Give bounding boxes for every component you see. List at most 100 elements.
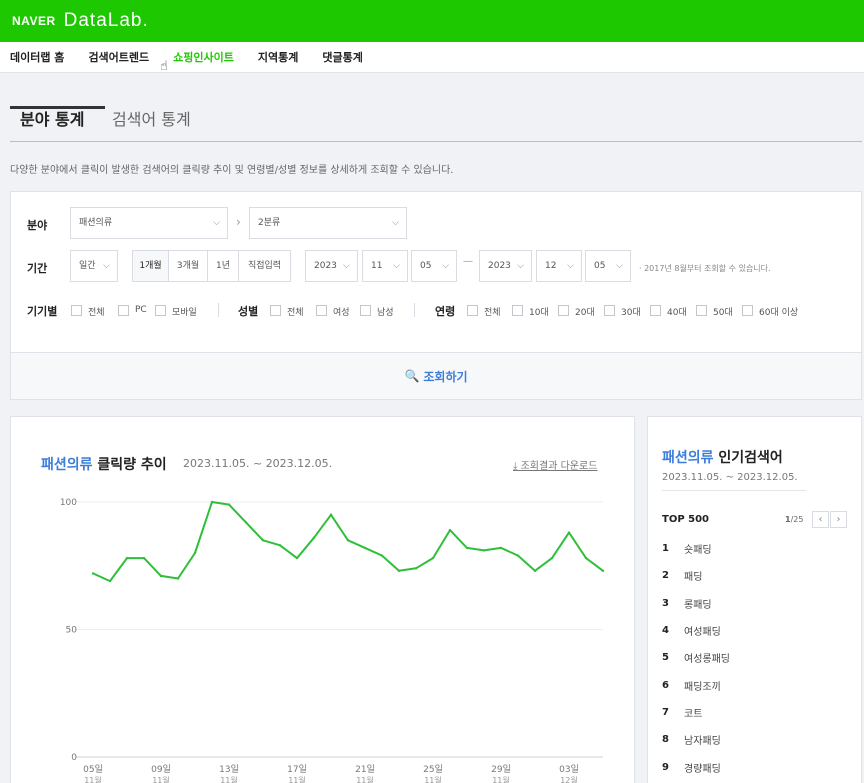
- gender-female-label: 여성: [333, 308, 350, 318]
- device-mobile-checkbox[interactable]: [155, 305, 166, 316]
- ranking-date-range: 2023.11.05. ~ 2023.12.05.: [662, 472, 798, 483]
- ranking-list: 1 숏패딩 2 패딩 3 롱패딩 4 여성패딩 5 여성롱패딩 6 패딩조끼 7 코트 8 남자…: [662, 535, 730, 781]
- rank-keyword[interactable]: 남자패딩: [684, 732, 721, 747]
- filter-panel: 분야 패션의류 ⌵ › 2분류 ⌵ 기간 일간 ⌵ 1개월 3개월 1년 직접입…: [10, 191, 862, 400]
- rank-number: 9: [662, 761, 669, 773]
- x-tick-month-label: 11월: [492, 775, 510, 783]
- search-icon: 🔍: [404, 369, 420, 383]
- list-item[interactable]: 6 패딩조끼: [662, 671, 730, 698]
- search-button-label: 조회하기: [423, 369, 468, 384]
- rank-keyword[interactable]: 숏패딩: [684, 541, 712, 556]
- range-1year-button[interactable]: 1년: [207, 250, 239, 282]
- tab-keyword-stats[interactable]: 검색어 통계: [112, 106, 191, 130]
- y-tick-label: 50: [66, 626, 78, 636]
- rank-keyword[interactable]: 코트: [684, 705, 702, 720]
- chevron-down-icon: ⌵: [392, 218, 399, 228]
- search-button[interactable]: 🔍 조회하기: [11, 352, 861, 399]
- data-point: [227, 503, 231, 506]
- rank-keyword[interactable]: 패딩조끼: [684, 678, 721, 693]
- rank-keyword[interactable]: 경량패딩: [684, 760, 721, 775]
- category1-select[interactable]: 패션의류 ⌵: [70, 207, 228, 239]
- rank-keyword[interactable]: 여성롱패딩: [684, 650, 730, 665]
- age-60plus-checkbox[interactable]: [742, 305, 753, 316]
- x-tick-month-label: 11월: [424, 775, 442, 783]
- list-item[interactable]: 5 여성롱패딩: [662, 644, 730, 671]
- period-unit-select[interactable]: 일간 ⌵: [70, 250, 118, 282]
- tab-category-stats[interactable]: 분야 통계: [20, 106, 84, 130]
- gender-male-label: 남성: [377, 308, 394, 318]
- end-month-select[interactable]: 12 ⌵: [536, 250, 582, 282]
- gender-female-checkbox[interactable]: [316, 305, 327, 316]
- data-point: [176, 577, 180, 580]
- chevron-down-icon: ⌵: [616, 261, 623, 271]
- top-label: TOP 500: [662, 514, 710, 525]
- nav-regional-stats[interactable]: 지역통계: [258, 49, 298, 65]
- x-tick-month-label: 11월: [152, 775, 170, 783]
- device-label: 기기별: [27, 305, 58, 318]
- x-tick-label: 29일: [491, 764, 511, 775]
- data-point: [142, 556, 146, 560]
- rank-keyword[interactable]: 패딩: [684, 568, 702, 583]
- list-item[interactable]: 8 남자패딩: [662, 726, 730, 753]
- data-point: [448, 528, 452, 532]
- range-custom-button[interactable]: 직접입력: [238, 250, 291, 282]
- naver-logo[interactable]: NAVER: [12, 14, 56, 28]
- device-all-checkbox[interactable]: [71, 305, 82, 316]
- age-30s-label: 30대: [621, 308, 641, 318]
- datalab-logo[interactable]: DataLab.: [64, 10, 149, 32]
- nav-search-trend[interactable]: 검색어트렌드: [88, 49, 149, 65]
- chevron-right-icon: ›: [236, 215, 241, 229]
- data-point: [567, 531, 571, 534]
- nav-comment-stats[interactable]: 댓글통계: [322, 49, 362, 65]
- data-point: [261, 539, 265, 542]
- stats-tabs: 분야 통계 검색어 통계: [10, 92, 862, 142]
- gender-all-checkbox[interactable]: [270, 305, 281, 316]
- category2-select[interactable]: 2분류 ⌵: [249, 207, 407, 239]
- x-tick-month-label: 12월: [560, 775, 578, 783]
- rank-keyword[interactable]: 여성패딩: [684, 623, 721, 638]
- prev-page-button[interactable]: ‹: [812, 511, 829, 528]
- data-point: [108, 579, 112, 583]
- age-label: 연령: [435, 305, 456, 318]
- rank-keyword[interactable]: 롱패딩: [684, 596, 712, 611]
- device-pc-checkbox[interactable]: [118, 305, 129, 316]
- list-item[interactable]: 2 패딩: [662, 562, 730, 589]
- divider: [662, 490, 806, 491]
- data-point: [414, 567, 418, 570]
- list-item[interactable]: 3 롱패딩: [662, 590, 730, 617]
- age-10s-label: 10대: [529, 308, 549, 318]
- age-all-label: 전체: [484, 308, 501, 318]
- y-tick-label: 100: [60, 498, 77, 508]
- range-1month-button[interactable]: 1개월: [132, 250, 169, 282]
- list-item[interactable]: 7 코트: [662, 699, 730, 726]
- age-30s-checkbox[interactable]: [604, 305, 615, 316]
- data-point: [533, 569, 537, 573]
- age-40s-checkbox[interactable]: [650, 305, 661, 316]
- nav-shopping-insight[interactable]: 쇼핑인사이트: [173, 49, 234, 65]
- nav-datalab-home[interactable]: 데이터랩 홈: [10, 49, 64, 65]
- start-month-select[interactable]: 11 ⌵: [362, 250, 408, 282]
- age-50s-checkbox[interactable]: [696, 305, 707, 316]
- age-all-checkbox[interactable]: [467, 305, 478, 316]
- gender-male-checkbox[interactable]: [360, 305, 371, 316]
- list-item[interactable]: 1 숏패딩: [662, 535, 730, 562]
- x-tick-month-label: 11월: [220, 775, 238, 783]
- age-10s-checkbox[interactable]: [512, 305, 523, 316]
- range-3month-button[interactable]: 3개월: [168, 250, 208, 282]
- end-day-select[interactable]: 05 ⌵: [585, 250, 631, 282]
- data-point: [278, 544, 282, 547]
- start-day-select[interactable]: 05 ⌵: [411, 250, 457, 282]
- data-point: [91, 572, 95, 575]
- next-page-button[interactable]: ›: [830, 511, 847, 528]
- data-point: [295, 556, 299, 560]
- list-item[interactable]: 4 여성패딩: [662, 617, 730, 644]
- start-year-select[interactable]: 2023 ⌵: [305, 250, 358, 282]
- series-line: [92, 501, 604, 583]
- age-20s-checkbox[interactable]: [558, 305, 569, 316]
- page-total: /25: [790, 515, 804, 524]
- data-point: [482, 549, 486, 552]
- divider: [218, 303, 219, 317]
- end-year-select[interactable]: 2023 ⌵: [479, 250, 532, 282]
- ranking-panel: 패션의류 인기검색어 2023.11.05. ~ 2023.12.05. TOP…: [647, 416, 862, 783]
- list-item[interactable]: 9 경량패딩: [662, 753, 730, 780]
